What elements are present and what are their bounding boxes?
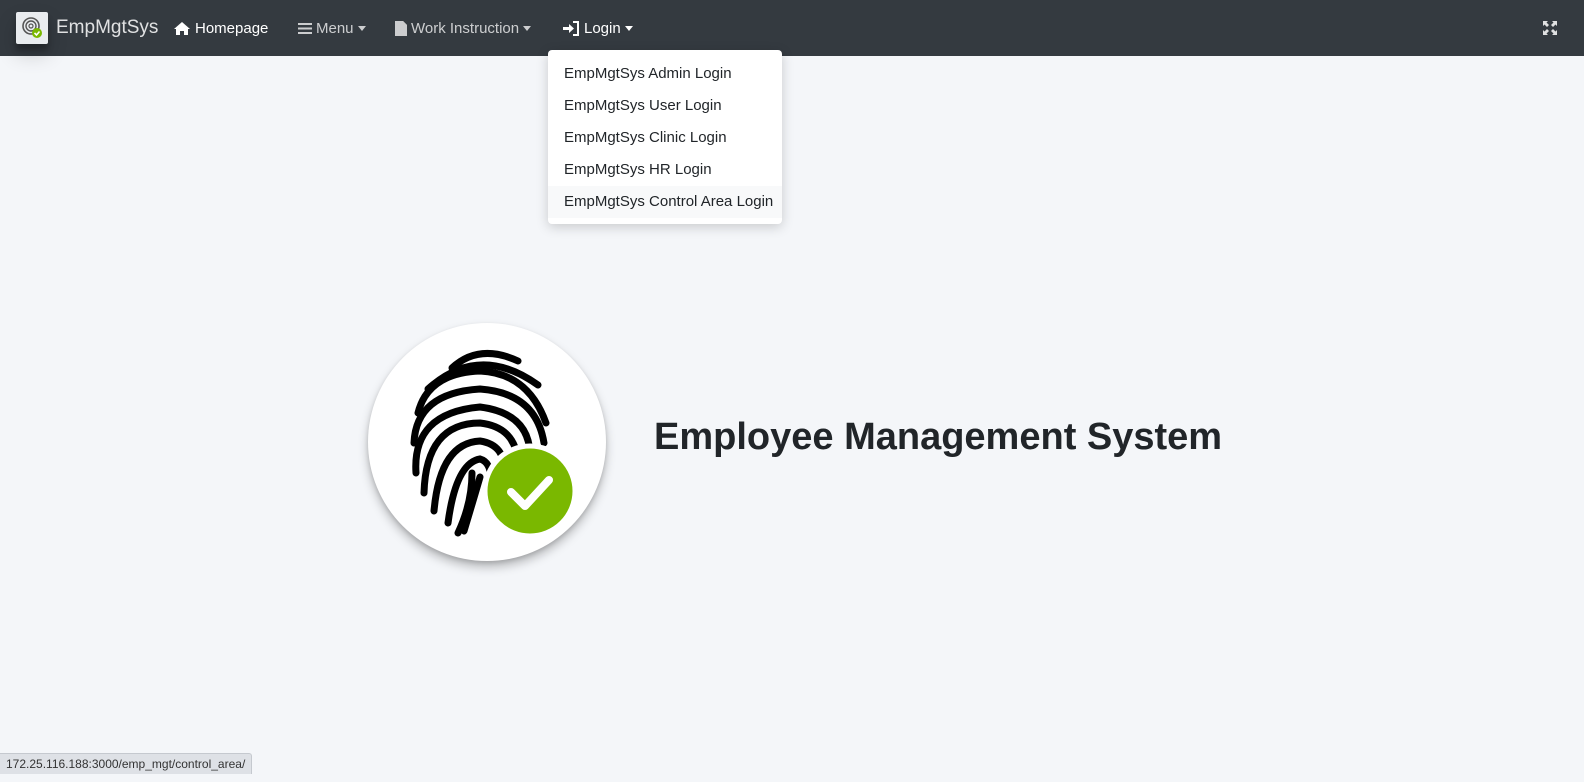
nav-menu-dropdown[interactable]: Menu [298, 0, 366, 56]
dropdown-item-clinic-login[interactable]: EmpMgtSys Clinic Login [548, 122, 782, 154]
dropdown-item-admin-login[interactable]: EmpMgtSys Admin Login [548, 58, 782, 90]
nav-work-instruction-label: Work Instruction [411, 19, 520, 37]
nav-login-label: Login [584, 19, 621, 37]
expand-icon [1543, 21, 1557, 35]
home-icon [174, 21, 190, 35]
brand-link[interactable]: EmpMgtSys [16, 0, 158, 56]
nav-login-dropdown[interactable]: Login [563, 0, 633, 56]
chevron-down-icon [357, 25, 366, 31]
nav-homepage-label: Homepage [195, 19, 269, 37]
nav-menu-label: Menu [316, 19, 354, 37]
nav-work-instruction-dropdown[interactable]: Work Instruction [395, 0, 532, 56]
brand-logo-icon [16, 12, 48, 44]
page-title: Employee Management System [654, 416, 1223, 458]
top-navbar: EmpMgtSys Homepage Menu Work Instruction… [0, 0, 1584, 56]
login-dropdown-menu: EmpMgtSys Admin Login EmpMgtSys User Log… [548, 50, 782, 224]
file-icon [395, 20, 407, 36]
fullscreen-button[interactable] [1540, 18, 1560, 38]
nav-homepage[interactable]: Homepage [173, 0, 268, 56]
fingerprint-check-icon [368, 323, 606, 561]
brand-name: EmpMgtSys [56, 17, 159, 38]
chevron-down-icon [523, 25, 532, 31]
sign-in-icon [563, 20, 579, 36]
chevron-down-icon [624, 25, 633, 31]
bars-icon [298, 22, 312, 34]
dropdown-item-user-login[interactable]: EmpMgtSys User Login [548, 90, 782, 122]
status-bar-url: 172.25.116.188:3000/emp_mgt/control_area… [0, 753, 253, 774]
dropdown-item-control-area-login[interactable]: EmpMgtSys Control Area Login [548, 186, 782, 218]
dropdown-item-hr-login[interactable]: EmpMgtSys HR Login [548, 154, 782, 186]
